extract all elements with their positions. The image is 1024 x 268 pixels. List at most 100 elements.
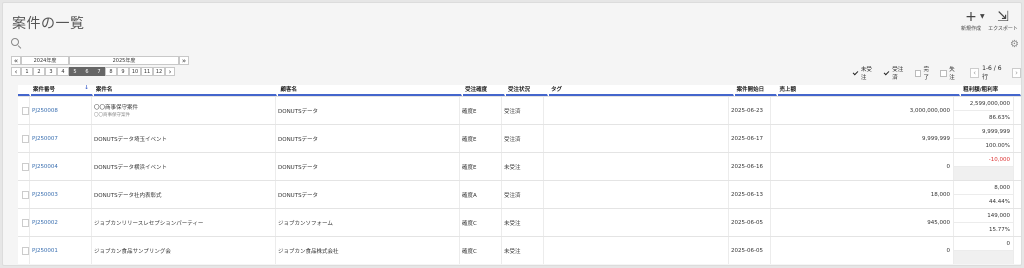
row-checkbox[interactable] <box>22 218 29 227</box>
project-id-cell: PJ250003 <box>30 181 92 208</box>
row-checkbox[interactable] <box>22 246 29 255</box>
status-cell: 受注済 <box>502 181 544 208</box>
month-4[interactable]: 4 <box>57 67 69 76</box>
customer-cell: ジョブカン食品株式会社 <box>276 237 460 264</box>
project-id-cell: PJ250008 <box>30 97 92 124</box>
sales-cell: 945,000 <box>771 209 954 236</box>
month-2[interactable]: 2 <box>33 67 45 76</box>
page-title: 案件の一覧 <box>12 16 85 32</box>
filter-checkbox[interactable] <box>883 70 890 77</box>
month-8[interactable]: 8 <box>105 67 117 76</box>
sales-cell: 18,000 <box>771 181 954 208</box>
project-id-cell: PJ250002 <box>30 209 92 236</box>
probability-cell: 確度E <box>460 97 502 124</box>
header-status[interactable]: 受注状況 <box>506 85 548 96</box>
profit-value: 2,599,000,000 <box>969 100 1010 107</box>
month-12[interactable]: 12 <box>153 67 165 76</box>
chevron-down-icon[interactable]: ▼ <box>980 13 985 20</box>
export-button[interactable]: ⇲ エクスポート <box>988 9 1018 32</box>
table-row[interactable]: PJ250003 DONUTSデータ社内表彰式 DONUTSデータ 確度A 受注済 202… <box>18 180 1021 208</box>
status-cell: 未受注 <box>502 237 544 264</box>
header-profit[interactable]: 粗利額/粗利率 <box>961 85 1021 96</box>
filter-checkbox[interactable] <box>852 70 859 77</box>
next-year-button[interactable]: » <box>179 56 189 65</box>
pagination: ‹ 1-6 / 6 行 › <box>970 65 1021 81</box>
search-icon[interactable] <box>11 38 19 46</box>
project-name: ジョブカン食品サンプリング会 <box>94 248 171 255</box>
sort-down-icon[interactable]: ↓ <box>84 85 89 91</box>
year-2024[interactable]: 2024年度 <box>21 56 69 65</box>
table-row[interactable]: PJ250002 ジョブカンリリースレセプションパーティー ジョブカンソフォーム 確度… <box>18 208 1021 236</box>
filter-label: 完了 <box>923 67 929 81</box>
header-name[interactable]: 案件名 <box>93 85 278 96</box>
filter-3[interactable]: 失注 <box>940 65 960 81</box>
project-id-link[interactable]: PJ250002 <box>32 220 58 226</box>
month-11[interactable]: 11 <box>141 67 153 76</box>
table-row[interactable]: PJ250007 DONUTSデータ埼玉イベント DONUTSデータ 確度E 受注済 20… <box>18 124 1021 152</box>
project-id-cell: PJ250004 <box>30 153 92 180</box>
filter-0[interactable]: 未受注 <box>852 65 877 81</box>
filter-1[interactable]: 受注済 <box>883 65 908 81</box>
sales-cell: 0 <box>771 237 954 264</box>
export-icon: ⇲ <box>997 9 1009 25</box>
project-id-link[interactable]: PJ250008 <box>32 108 58 114</box>
profit-cell: 2,599,000,000 86.63% <box>954 97 1014 124</box>
profit-value: 9,999,999 <box>982 128 1010 135</box>
table-row[interactable]: PJ250001 ジョブカン食品サンプリング会 ジョブカン食品株式会社 確度C 未受注 2… <box>18 236 1021 264</box>
row-select <box>18 97 30 124</box>
month-3[interactable]: 3 <box>45 67 57 76</box>
start-date-cell: 2025-06-23 <box>729 97 771 124</box>
filter-checkbox[interactable] <box>914 69 922 77</box>
table-row[interactable]: PJ250004 DONUTSデータ横浜イベント DONUTSデータ 確度E 未受注 20… <box>18 152 1021 180</box>
project-id-link[interactable]: PJ250007 <box>32 136 58 142</box>
next-month-button[interactable]: › <box>165 67 175 76</box>
year-2025[interactable]: 2025年度 <box>69 56 179 65</box>
project-name-cell: ジョブカンリリースレセプションパーティー <box>92 209 276 236</box>
profit-value: 149,000 <box>987 212 1010 219</box>
profit-cell: 9,999,999 100.00% <box>954 125 1014 152</box>
status-cell: 受注済 <box>502 125 544 152</box>
month-10[interactable]: 10 <box>129 67 141 76</box>
project-name-cell: DONUTSデータ社内表彰式 <box>92 181 276 208</box>
project-id-cell: PJ250001 <box>30 237 92 264</box>
header-probability[interactable]: 受注確度 <box>463 85 506 96</box>
probability-cell: 確度E <box>460 125 502 152</box>
row-checkbox[interactable] <box>22 190 29 199</box>
profit-value: 8,000 <box>994 184 1010 191</box>
new-button[interactable]: + ▼ 新規作成 <box>959 9 985 32</box>
profit-cell: 8,000 44.44% <box>954 181 1014 208</box>
project-id-link[interactable]: PJ250004 <box>32 164 58 170</box>
filter-label: 受注済 <box>892 67 904 81</box>
month-6[interactable]: 6 <box>81 67 93 76</box>
month-1[interactable]: 1 <box>21 67 33 76</box>
filter-2[interactable]: 完了 <box>914 65 935 81</box>
project-id-link[interactable]: PJ250003 <box>32 192 58 198</box>
header-tag[interactable]: タグ <box>548 85 734 96</box>
start-date-cell: 2025-06-05 <box>729 237 771 264</box>
sales-cell: 3,000,000,000 <box>771 97 954 124</box>
gear-icon[interactable]: ⚙ <box>1010 39 1019 50</box>
month-5[interactable]: 5 <box>69 67 81 76</box>
month-9[interactable]: 9 <box>117 67 129 76</box>
header-id[interactable]: 案件番号 ↓ <box>30 85 93 96</box>
project-name: DONUTSデータ社内表彰式 <box>94 192 162 199</box>
prev-month-button[interactable]: ‹ <box>11 67 21 76</box>
row-checkbox[interactable] <box>22 162 29 171</box>
header-customer[interactable]: 顧客名 <box>278 85 463 96</box>
header-sales[interactable]: 売上額 <box>777 85 961 96</box>
next-page-button[interactable]: › <box>1012 68 1021 78</box>
profit-cell: 0 <box>954 237 1014 264</box>
project-name: ジョブカンリリースレセプションパーティー <box>94 220 204 227</box>
customer-cell: DONUTSデータ <box>276 125 460 152</box>
filter-checkbox[interactable] <box>940 69 948 77</box>
row-checkbox[interactable] <box>22 134 29 143</box>
prev-year-button[interactable]: « <box>11 56 21 65</box>
prev-page-button[interactable]: ‹ <box>970 68 980 78</box>
table-row[interactable]: PJ250008 〇〇商事保守案件 〇〇商事保守案件 DONUTSデータ 確度E 受注済 2… <box>18 96 1021 124</box>
row-checkbox[interactable] <box>22 106 29 115</box>
project-name: DONUTSデータ埼玉イベント <box>94 136 168 143</box>
header-select[interactable] <box>18 85 30 96</box>
project-id-link[interactable]: PJ250001 <box>32 248 58 254</box>
month-7[interactable]: 7 <box>93 67 105 76</box>
header-start-date[interactable]: 案件開始日 <box>734 85 777 96</box>
